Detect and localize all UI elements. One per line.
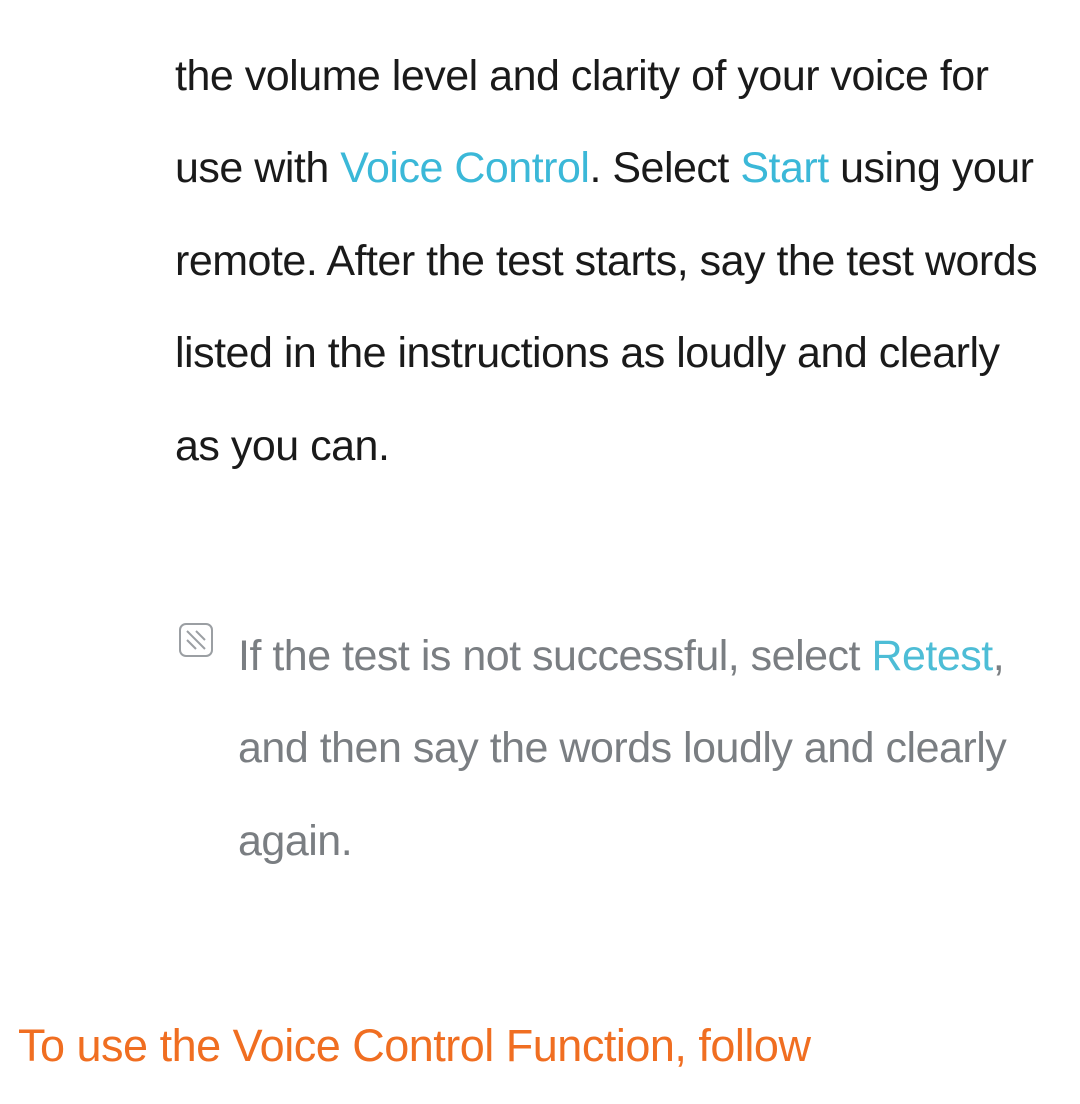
start-link: Start	[740, 144, 828, 192]
note-block: If the test is not successful, select Re…	[178, 610, 1048, 887]
note-text-segment-1: If the test is not successful, select	[238, 632, 871, 680]
note-icon	[178, 622, 214, 658]
retest-link: Retest	[871, 632, 992, 680]
voice-control-link: Voice Control	[340, 144, 589, 192]
note-text: If the test is not successful, select Re…	[238, 610, 1048, 887]
main-instruction-text: the volume level and clarity of your voi…	[175, 30, 1055, 492]
section-heading: To use the Voice Control Function, follo…	[18, 1020, 810, 1072]
main-text-segment-3: using your remote. After the test starts…	[175, 144, 1037, 469]
main-text-segment-2: . Select	[589, 144, 740, 192]
